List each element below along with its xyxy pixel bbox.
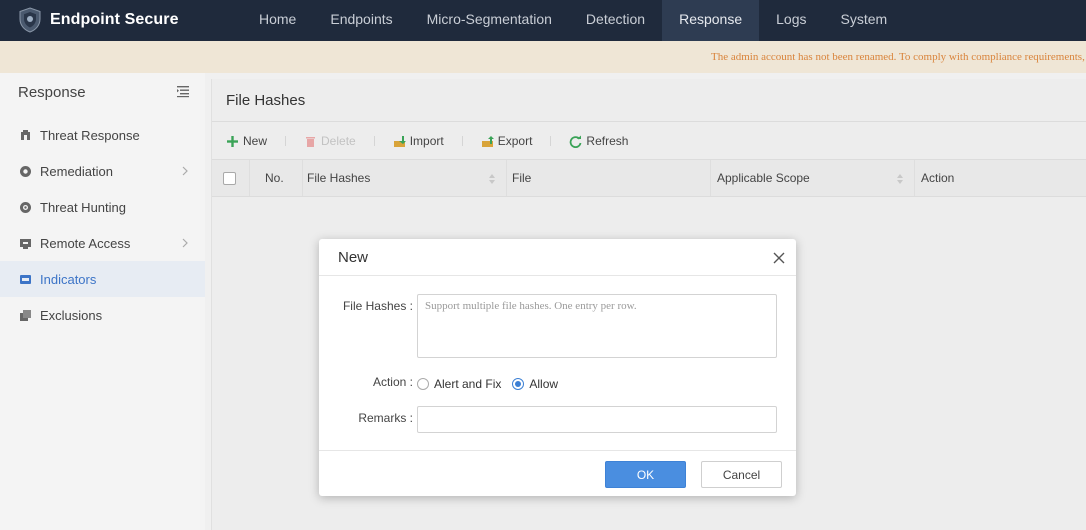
new-file-hash-dialog: New File Hashes : Action : Alert and Fix… — [319, 239, 796, 496]
ok-button[interactable]: OK — [605, 461, 686, 488]
dialog-footer: OK Cancel — [319, 450, 796, 496]
radio-button[interactable] — [417, 378, 429, 390]
remarks-input[interactable] — [417, 406, 777, 433]
radio-label: Allow — [529, 377, 559, 391]
action-radio-group: Alert and Fix Allow — [417, 377, 569, 391]
cancel-button[interactable]: Cancel — [701, 461, 782, 488]
file-hashes-input[interactable] — [417, 294, 777, 358]
file-hashes-label: File Hashes : — [342, 299, 413, 313]
radio-alert-and-fix[interactable]: Alert and Fix — [417, 377, 501, 391]
action-label: Action : — [372, 375, 413, 389]
radio-button[interactable] — [512, 378, 525, 390]
radio-allow[interactable]: Allow — [512, 377, 558, 391]
dialog-title: New — [338, 249, 369, 266]
dialog-header: New — [319, 239, 796, 276]
radio-label: Alert and Fix — [434, 377, 502, 391]
close-icon[interactable] — [773, 252, 785, 264]
remarks-label: Remarks : — [358, 411, 413, 425]
